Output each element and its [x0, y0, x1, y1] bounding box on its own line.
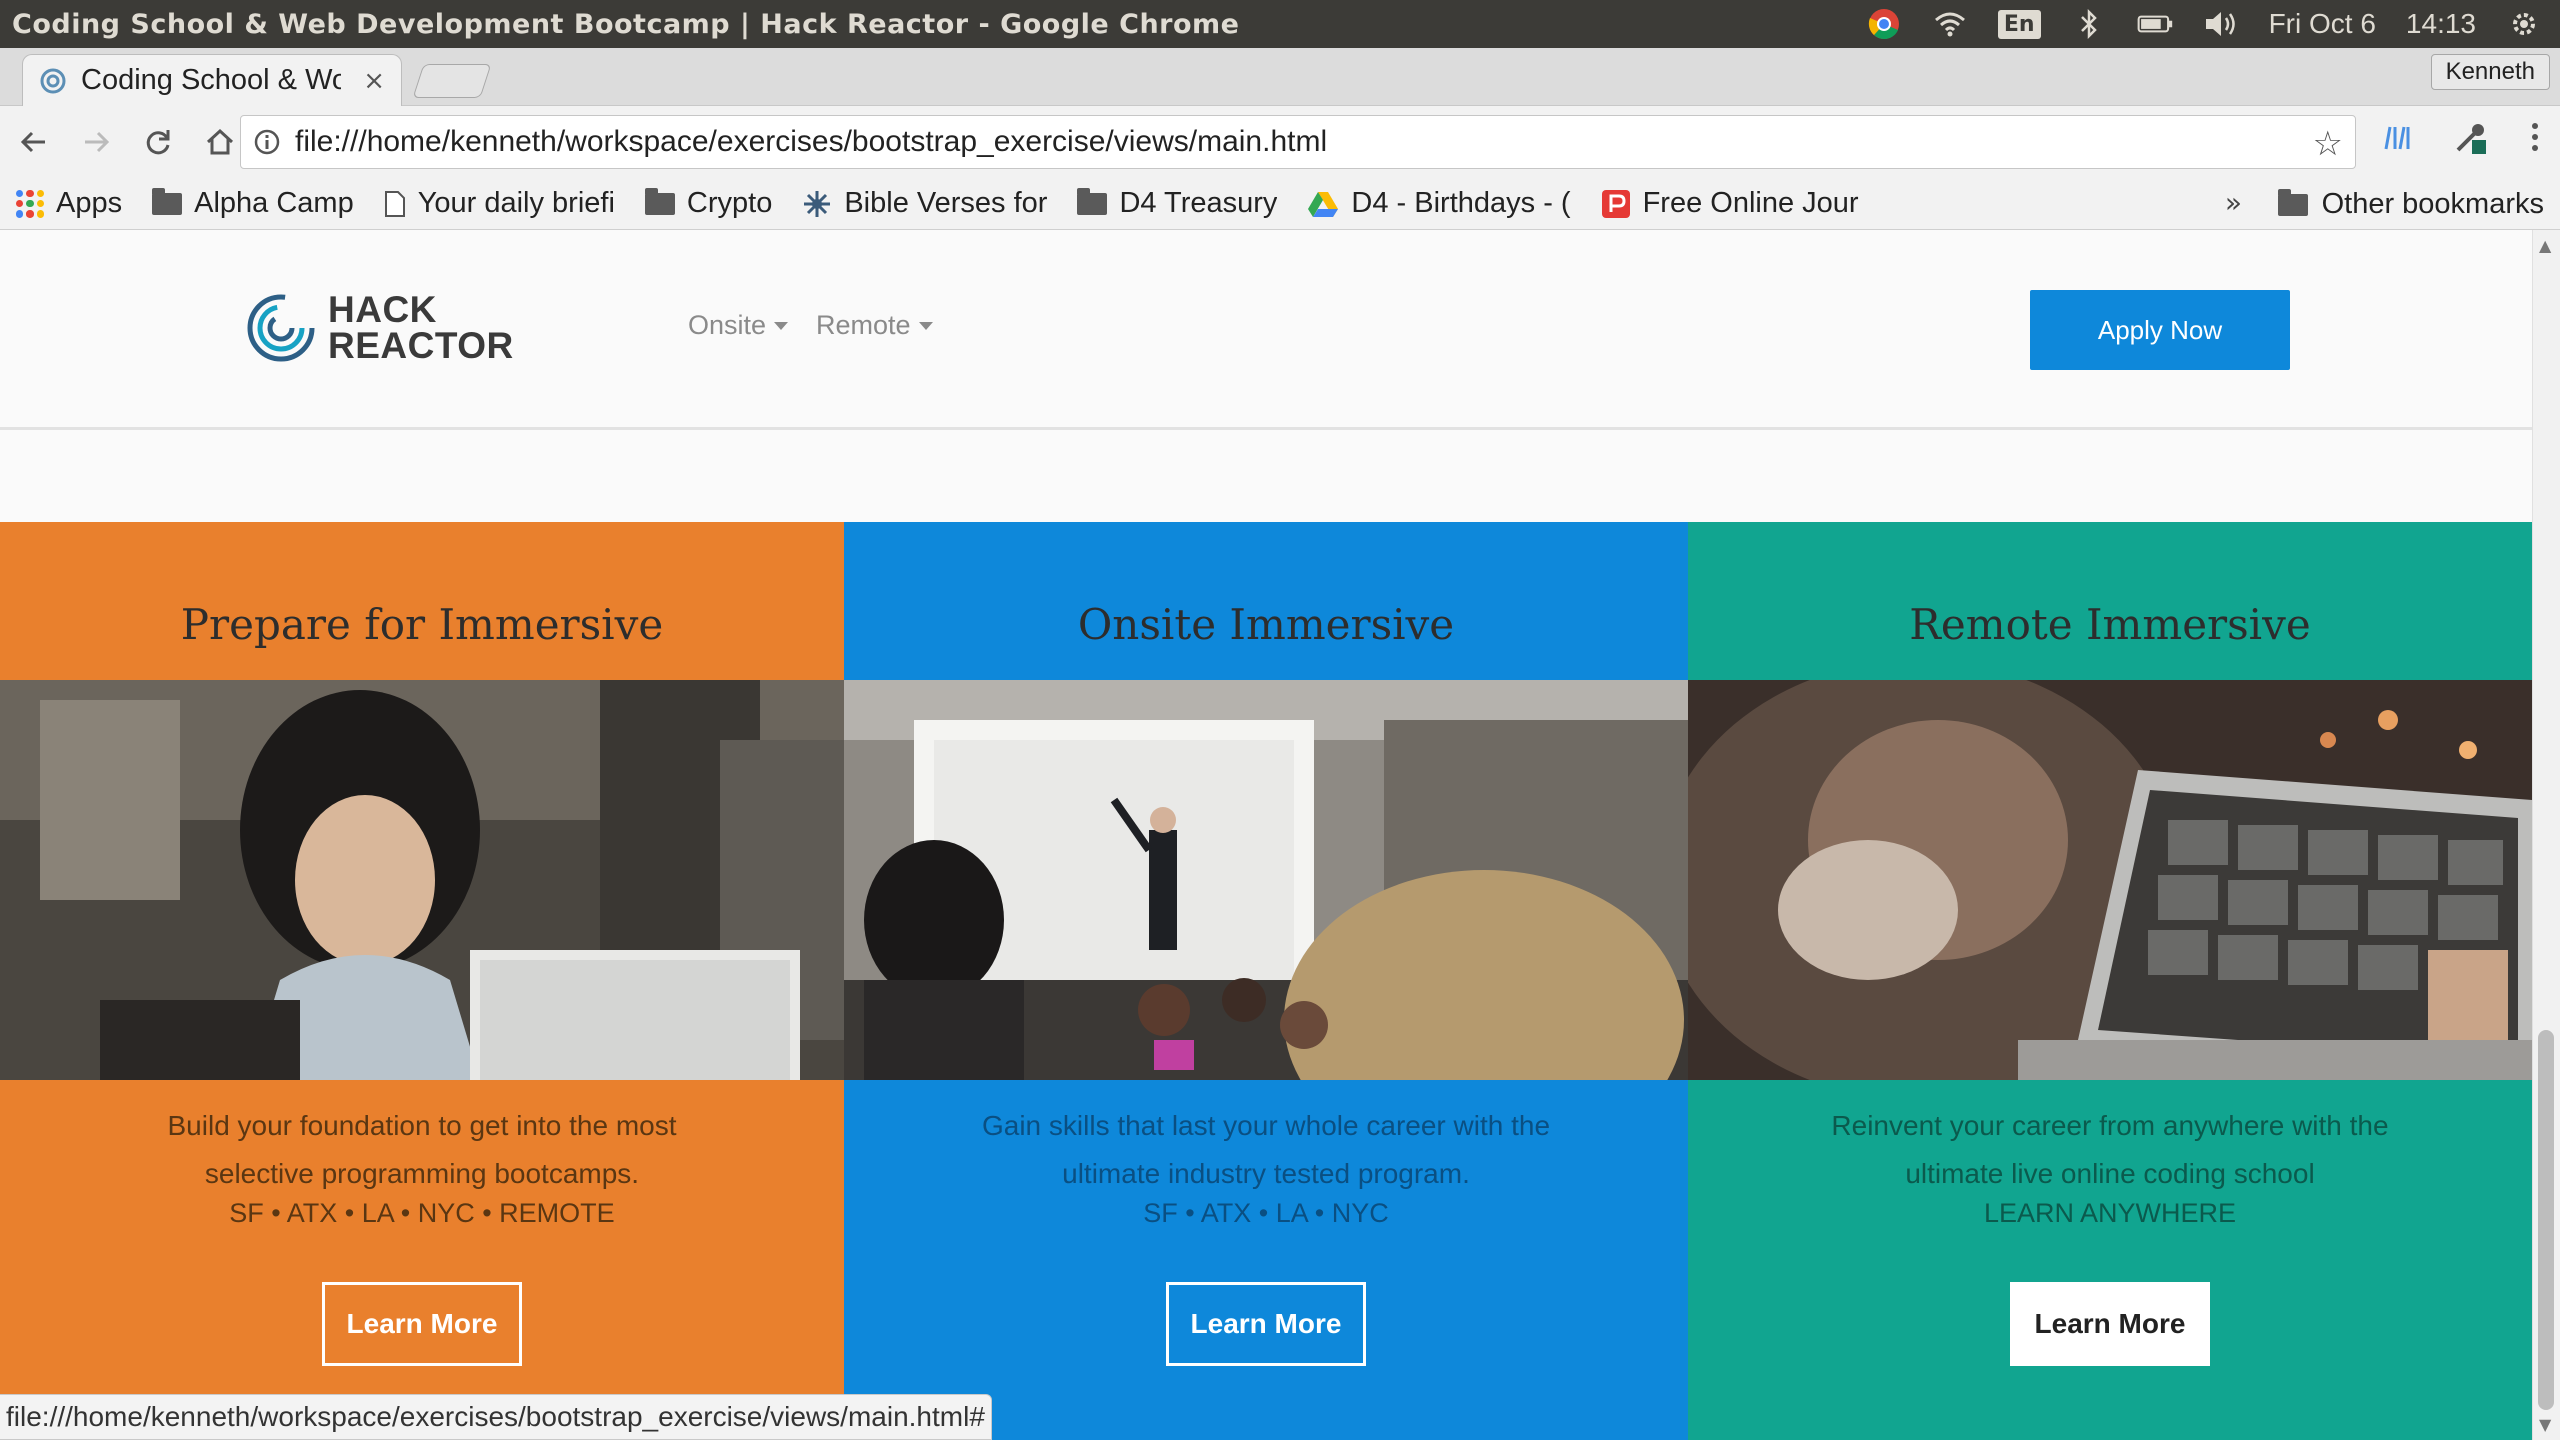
program-locations: LEARN ANYWHERE [1983, 1198, 2237, 1228]
volume-icon[interactable] [2203, 6, 2239, 42]
learn-more-button[interactable]: Learn More [1166, 1282, 1366, 1366]
bookmark-d4-birthdays[interactable]: D4 - Birthdays - ( [1307, 187, 1571, 220]
system-tray: En Fri Oct 6 14:13 [1866, 6, 2560, 42]
browser-tab[interactable]: Coding School & Wo × [22, 54, 402, 106]
program-columns: Prepare for Immersive Build your foundat… [0, 522, 2532, 1440]
folder-icon [2277, 188, 2308, 216]
bookmark-alpha-camp[interactable]: Alpha Camp [152, 187, 354, 220]
bookmark-bible-verses[interactable]: Bible Verses for [802, 187, 1047, 220]
os-top-bar: Coding School & Web Development Bootcamp… [0, 0, 2560, 48]
apps-grid-icon [16, 189, 44, 218]
drive-icon [1308, 191, 1339, 217]
extension-eyedropper-icon[interactable] [2454, 120, 2488, 162]
program-description: Reinvent your career from anywhere with … [1831, 1110, 2389, 1189]
apply-now-button[interactable]: Apply Now [2030, 290, 2290, 370]
program-card-prepare: Prepare for Immersive Build your foundat… [0, 522, 844, 1440]
program-title: Remote Immersive [1909, 600, 2311, 649]
bookmark-daily-briefing[interactable]: Your daily briefi [384, 187, 615, 220]
bookmark-apps[interactable]: Apps [16, 187, 122, 220]
address-bar[interactable]: file:///home/kenneth/workspace/exercises… [240, 115, 2356, 169]
bookmarks-bar: Apps Alpha Camp Your daily briefi Crypto… [0, 178, 2560, 230]
clock-time[interactable]: 14:13 [2406, 8, 2476, 40]
star-burst-icon [804, 190, 831, 217]
program-locations: SF • ATX • LA • NYC [1143, 1198, 1389, 1228]
bookmark-crypto[interactable]: Crypto [644, 187, 772, 220]
chrome-menu-icon[interactable] [2530, 122, 2540, 160]
program-title: Onsite Immersive [1077, 600, 1455, 649]
scroll-up-arrow-icon[interactable]: ▲ [2539, 236, 2551, 255]
program-title: Prepare for Immersive [180, 600, 664, 649]
bookmark-d4-treasury[interactable]: D4 Treasury [1077, 187, 1277, 220]
folder-icon [1077, 187, 1108, 215]
program-photo-video-call-laptop [1688, 680, 2532, 1080]
program-description: Gain skills that last your whole career … [981, 1110, 1551, 1189]
caret-down-icon [774, 321, 789, 330]
bluetooth-icon[interactable] [2071, 6, 2107, 42]
program-card-remote: Remote Immersive Reinvent your career fr… [1688, 522, 2532, 1440]
program-photo-lecture-hall [844, 680, 1688, 1080]
bookmark-free-online-journal[interactable]: Free Online Jour [1601, 187, 1859, 220]
page-icon [384, 190, 405, 217]
logo-wordmark: HACK REACTOR [328, 289, 514, 366]
program-photo-student-laptop [0, 680, 844, 1080]
learn-more-button[interactable]: Learn More [2010, 1282, 2210, 1366]
info-icon[interactable] [253, 128, 281, 156]
tab-close-icon[interactable]: × [363, 66, 385, 96]
link-status-bubble: file:///home/kenneth/workspace/exercises… [0, 1394, 992, 1440]
tab-title: Coding School & Wo [81, 64, 341, 96]
wifi-icon[interactable] [1932, 6, 1968, 42]
reload-icon[interactable] [130, 114, 186, 170]
extensions-area [2382, 120, 2540, 162]
program-description: Build your foundation to get into the mo… [167, 1110, 677, 1189]
bookmark-star-icon[interactable]: ☆ [2313, 124, 2343, 164]
clock-date[interactable]: Fri Oct 6 [2269, 8, 2376, 40]
nav-remote-dropdown[interactable]: Remote [816, 310, 933, 341]
site-header: HACK REACTOR Onsite Remote Apply Now [0, 230, 2532, 430]
page-scrollbar[interactable]: ▲ ▼ [2532, 230, 2560, 1440]
bookmarks-overflow-chevron[interactable]: » [2225, 186, 2242, 219]
profile-button[interactable]: Kenneth [2430, 54, 2550, 90]
battery-icon[interactable] [2137, 6, 2173, 42]
page-viewport: HACK REACTOR Onsite Remote Apply Now Pre… [0, 230, 2532, 1440]
forward-arrow-icon[interactable] [68, 114, 124, 170]
browser-toolbar: file:///home/kenneth/workspace/exercises… [0, 106, 2560, 178]
learn-more-button[interactable]: Learn More [322, 1282, 522, 1366]
scrollbar-thumb[interactable] [2538, 1030, 2554, 1410]
journal-icon [1601, 189, 1630, 218]
back-arrow-icon[interactable] [6, 114, 62, 170]
program-locations: SF • ATX • LA • NYC • REMOTE [229, 1198, 615, 1228]
caret-down-icon [918, 321, 933, 330]
nav-onsite-dropdown[interactable]: Onsite [688, 310, 789, 341]
favicon-icon [40, 68, 66, 93]
settings-gear-icon[interactable] [2506, 6, 2542, 42]
hack-reactor-logo-icon [247, 294, 315, 362]
scroll-down-arrow-icon[interactable]: ▼ [2539, 1415, 2551, 1434]
chrome-icon[interactable] [1866, 6, 1902, 42]
tab-strip: Coding School & Wo × Kenneth [0, 48, 2560, 106]
keyboard-language-indicator[interactable]: En [1997, 9, 2041, 39]
bookmark-other-bookmarks[interactable]: Other bookmarks [2277, 188, 2544, 221]
url-text[interactable]: file:///home/kenneth/workspace/exercises… [295, 125, 1327, 159]
extension-bars-icon[interactable] [2382, 124, 2412, 159]
folder-icon [644, 187, 675, 215]
program-card-onsite: Onsite Immersive Gain skills that last y… [844, 522, 1688, 1440]
hack-reactor-logo[interactable]: HACK REACTOR [246, 289, 514, 366]
new-tab-button[interactable] [412, 64, 492, 98]
window-title: Coding School & Web Development Bootcamp… [12, 8, 1240, 40]
folder-icon [152, 187, 183, 215]
